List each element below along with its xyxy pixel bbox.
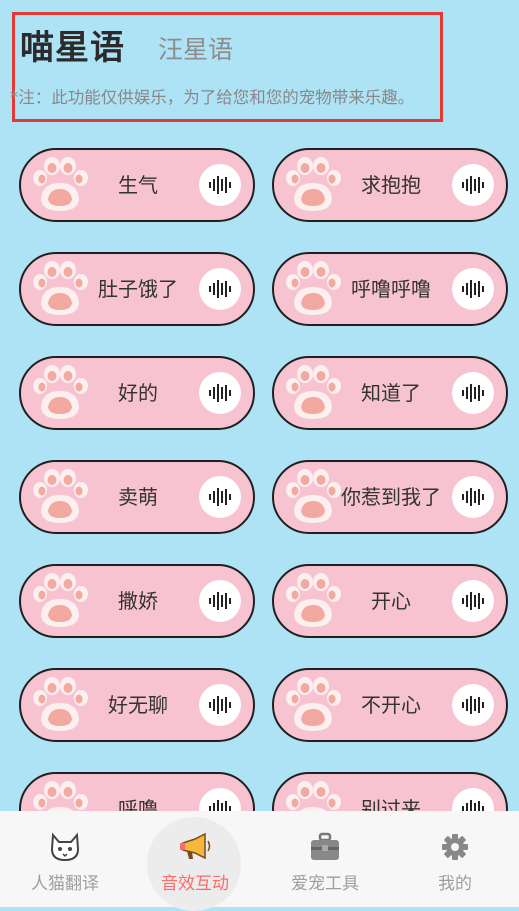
- sound-card[interactable]: 好的: [19, 356, 255, 430]
- play-sound-button[interactable]: [452, 268, 494, 310]
- cat-face-icon: [47, 831, 83, 863]
- sound-card[interactable]: 肚子饿了: [19, 252, 255, 326]
- sound-label: 卖萌: [118, 485, 158, 509]
- sound-card[interactable]: 不开心: [272, 668, 508, 742]
- sound-label: 知道了: [361, 381, 421, 405]
- sound-label: 撒娇: [118, 589, 158, 613]
- sound-wave-icon: [209, 384, 231, 402]
- sound-wave-icon: [462, 592, 484, 610]
- sound-card[interactable]: 知道了: [272, 356, 508, 430]
- sound-wave-icon: [209, 280, 231, 298]
- nav-label-mine: 我的: [438, 874, 472, 894]
- sound-card[interactable]: 呼噜呼噜: [272, 252, 508, 326]
- sound-grid: 生气 求抱抱 肚子饿了 呼噜呼噜 好的 知道了 卖萌 你惹到我了 撒娇 开心 好…: [0, 0, 519, 907]
- toolbox-icon: [307, 831, 343, 863]
- bottom-nav: 人猫翻译 音效互动 爱宠工具 我的: [0, 811, 519, 911]
- sound-card[interactable]: 撒娇: [19, 564, 255, 638]
- nav-label-pet-tools: 爱宠工具: [291, 874, 359, 894]
- nav-item-mine[interactable]: 我的: [390, 811, 519, 907]
- gear-icon: [437, 831, 473, 863]
- sound-card[interactable]: 开心: [272, 564, 508, 638]
- sound-card[interactable]: 你惹到我了: [272, 460, 508, 534]
- play-sound-button[interactable]: [452, 372, 494, 414]
- sound-label: 求抱抱: [361, 173, 421, 197]
- sound-wave-icon: [462, 384, 484, 402]
- sound-wave-icon: [209, 176, 231, 194]
- nav-item-translate[interactable]: 人猫翻译: [0, 811, 130, 907]
- sound-wave-icon: [209, 592, 231, 610]
- sound-wave-icon: [462, 176, 484, 194]
- sound-wave-icon: [209, 488, 231, 506]
- nav-item-sound-effects[interactable]: 音效互动: [130, 811, 260, 907]
- sound-wave-icon: [462, 280, 484, 298]
- play-sound-button[interactable]: [199, 580, 241, 622]
- sound-card[interactable]: 卖萌: [19, 460, 255, 534]
- play-sound-button[interactable]: [452, 684, 494, 726]
- megaphone-icon: [177, 831, 213, 863]
- nav-label-translate: 人猫翻译: [31, 874, 99, 894]
- sound-card[interactable]: 求抱抱: [272, 148, 508, 222]
- sound-label: 肚子饿了: [98, 277, 178, 301]
- play-sound-button[interactable]: [452, 164, 494, 206]
- nav-item-pet-tools[interactable]: 爱宠工具: [260, 811, 390, 907]
- sound-wave-icon: [209, 696, 231, 714]
- play-sound-button[interactable]: [452, 476, 494, 518]
- play-sound-button[interactable]: [452, 580, 494, 622]
- play-sound-button[interactable]: [199, 164, 241, 206]
- sound-label: 你惹到我了: [341, 485, 441, 509]
- sound-wave-icon: [462, 696, 484, 714]
- play-sound-button[interactable]: [199, 684, 241, 726]
- sound-card[interactable]: 好无聊: [19, 668, 255, 742]
- sound-label: 开心: [371, 589, 411, 613]
- sound-label: 呼噜呼噜: [351, 277, 431, 301]
- play-sound-button[interactable]: [199, 372, 241, 414]
- sound-label: 生气: [118, 173, 158, 197]
- nav-label-sound-effects: 音效互动: [161, 874, 229, 894]
- play-sound-button[interactable]: [199, 476, 241, 518]
- sound-label: 不开心: [361, 693, 421, 717]
- sound-label: 好无聊: [108, 693, 168, 717]
- play-sound-button[interactable]: [199, 268, 241, 310]
- sound-card[interactable]: 生气: [19, 148, 255, 222]
- sound-label: 好的: [118, 381, 158, 405]
- sound-wave-icon: [462, 488, 484, 506]
